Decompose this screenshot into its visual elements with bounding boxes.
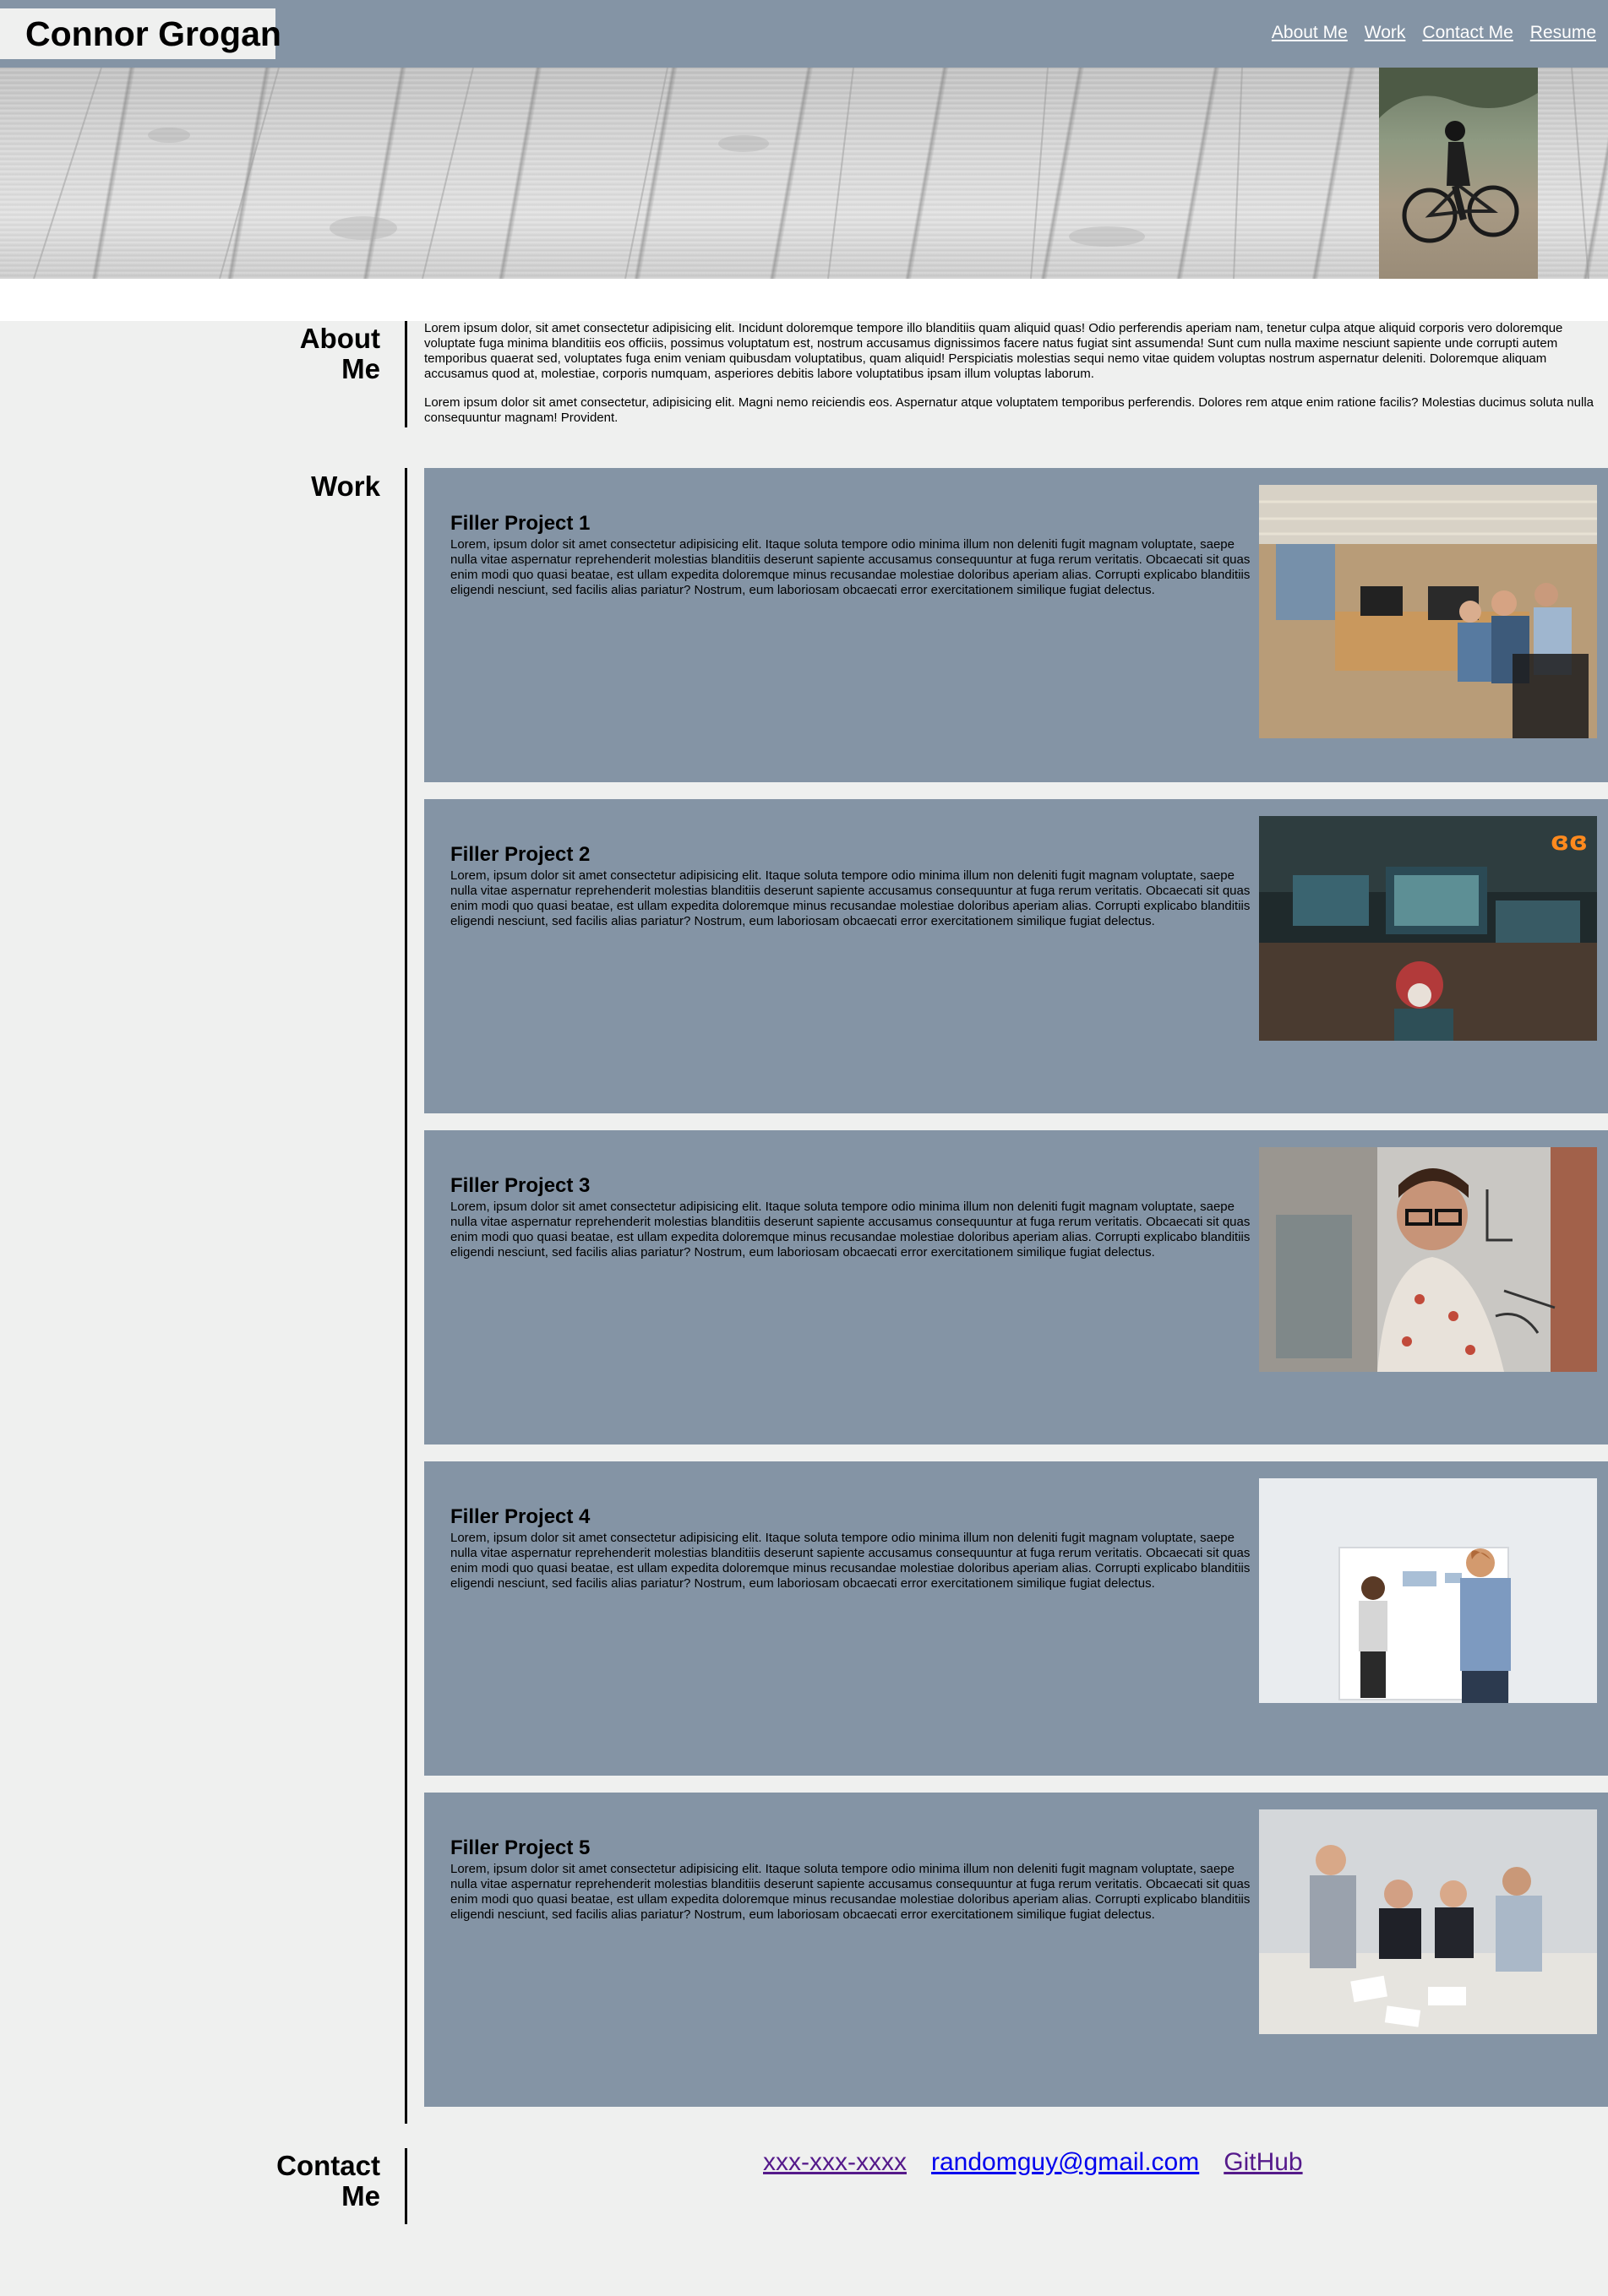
site-title: Connor Grogan: [0, 8, 281, 59]
main-nav: About Me Work Contact Me Resume: [1272, 23, 1596, 43]
nav-about-me-link[interactable]: About Me: [1272, 23, 1348, 43]
about-paragraph: Lorem ipsum dolor sit amet consectetur, …: [424, 395, 1594, 425]
project-title: Filler Project 4: [450, 1505, 591, 1528]
wood-grain-texture: [33, 68, 1589, 279]
contact-heading: Contact Me: [127, 2151, 380, 2212]
project-card-1[interactable]: Filler Project 1 Lorem, ipsum dolor sit …: [424, 468, 1608, 782]
about-heading: About Me: [127, 324, 380, 384]
project-title: Filler Project 3: [450, 1174, 591, 1197]
nav-work-link[interactable]: Work: [1365, 23, 1406, 43]
project-description: Lorem, ipsum dolor sit amet consectetur …: [450, 1862, 1251, 1922]
about-heading-line1: About: [299, 323, 380, 354]
contact-divider: [405, 2148, 407, 2224]
project-title: Filler Project 5: [450, 1836, 591, 1859]
project-card-2[interactable]: Filler Project 2 Lorem, ipsum dolor sit …: [424, 799, 1608, 1113]
about-text: Lorem ipsum dolor, sit amet consectetur …: [424, 321, 1608, 426]
whiteboard-meeting-photo: [1259, 1478, 1597, 1703]
project-title: Filler Project 2: [450, 843, 591, 866]
project-title: Filler Project 1: [450, 512, 591, 535]
hero-spacer: [0, 279, 1608, 321]
about-paragraph: Lorem ipsum dolor, sit amet consectetur …: [424, 321, 1563, 381]
contact-heading-line2: Me: [341, 2180, 380, 2212]
project-description: Lorem, ipsum dolor sit amet consectetur …: [450, 1531, 1251, 1591]
contact-heading-line1: Contact: [276, 2150, 380, 2181]
work-divider: [405, 468, 407, 2124]
hero-wood-banner: [0, 68, 1608, 279]
github-link[interactable]: GitHub: [1224, 2148, 1302, 2177]
about-divider: [405, 321, 407, 427]
cyclist-icon: [1379, 68, 1538, 243]
about-heading-line2: Me: [341, 353, 380, 384]
project-card-5[interactable]: Filler Project 5 Lorem, ipsum dolor sit …: [424, 1793, 1608, 2107]
business-team-photo: [1259, 1809, 1597, 2034]
email-link[interactable]: randomguy@gmail.com: [931, 2148, 1199, 2177]
office-coworkers-photo: [1259, 485, 1597, 738]
project-card-3[interactable]: Filler Project 3 Lorem, ipsum dolor sit …: [424, 1130, 1608, 1445]
dark-computer-room-photo: ɞɞ: [1259, 816, 1597, 1041]
project-description: Lorem, ipsum dolor sit amet consectetur …: [450, 1200, 1251, 1260]
svg-text:ɞɞ: ɞɞ: [1551, 827, 1588, 857]
project-description: Lorem, ipsum dolor sit amet consectetur …: [450, 537, 1251, 597]
site-header: Connor Grogan About Me Work Contact Me R…: [0, 0, 1608, 68]
project-card-4[interactable]: Filler Project 4 Lorem, ipsum dolor sit …: [424, 1461, 1608, 1776]
nav-resume-link[interactable]: Resume: [1530, 23, 1596, 43]
nav-contact-me-link[interactable]: Contact Me: [1422, 23, 1513, 43]
profile-bike-photo: [1379, 68, 1538, 279]
project-description: Lorem, ipsum dolor sit amet consectetur …: [450, 868, 1251, 928]
glass-writing-photo: [1259, 1147, 1597, 1372]
phone-link[interactable]: xxx-xxx-xxxx: [763, 2148, 907, 2177]
contact-links: xxx-xxx-xxxx randomguy@gmail.com GitHub: [763, 2148, 1303, 2177]
work-heading: Work: [311, 471, 380, 502]
